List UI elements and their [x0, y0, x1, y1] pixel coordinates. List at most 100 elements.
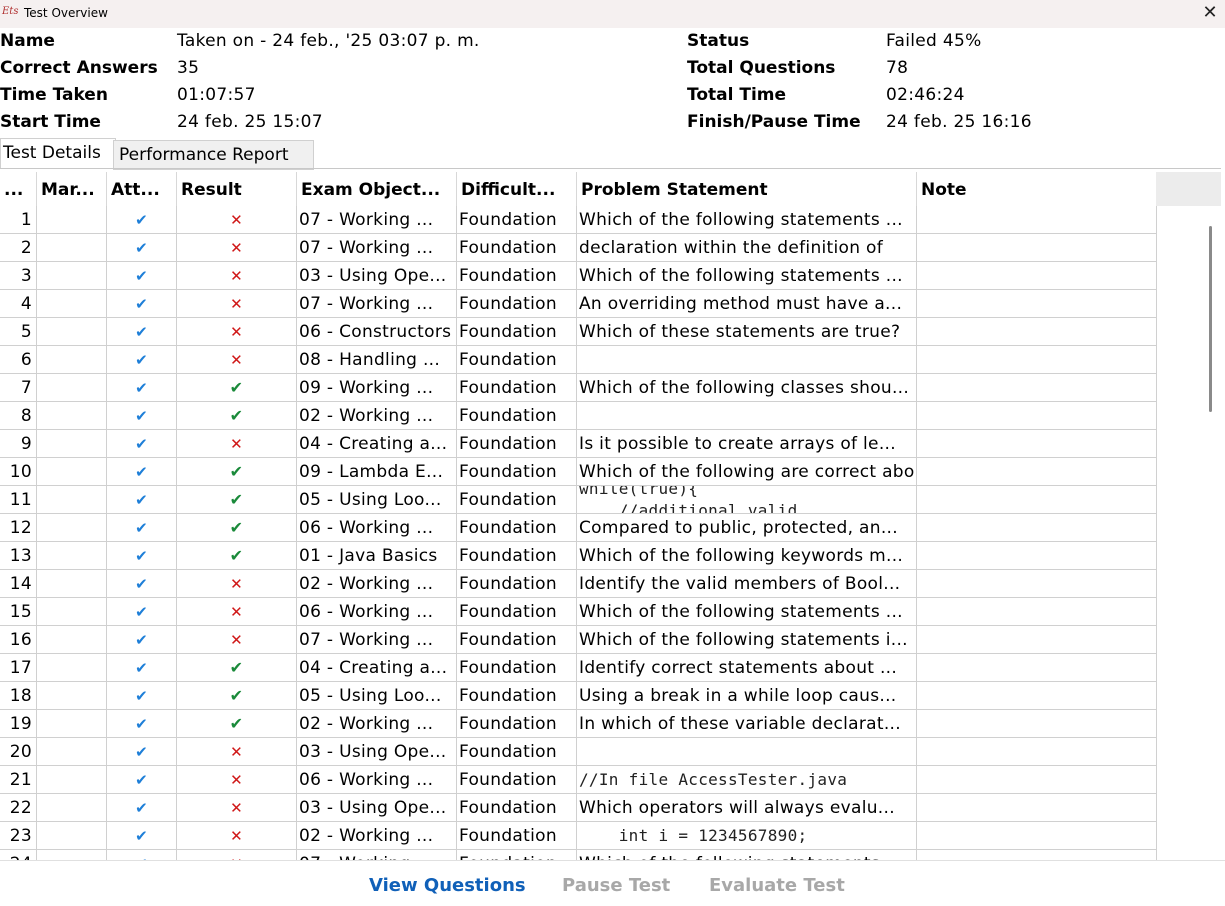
difficulty-cell: Foundation [457, 290, 577, 318]
exam-objective-cell: 02 - Working ... [297, 710, 457, 738]
col-header-result[interactable]: Result [177, 172, 297, 206]
status-label: Status [687, 31, 750, 51]
checkmark-icon: ✔ [135, 491, 148, 509]
tab-test-details[interactable]: Test Details [0, 138, 116, 169]
col-header-exam-objective[interactable]: Exam Object... [297, 172, 457, 206]
checkmark-icon: ✔ [135, 379, 148, 397]
result-cell: ✔ [177, 682, 297, 710]
result-cell: ✔ [177, 654, 297, 682]
marked-cell [37, 318, 107, 346]
table-row[interactable]: 11 ✔ ✔ 05 - Using Loo... Foundation while(tru… [0, 486, 1157, 514]
exam-objective-cell: 04 - Creating a... [297, 430, 457, 458]
table-row[interactable]: 2 ✔ ✕ 07 - Working ... Foundation declaration… [0, 234, 1157, 262]
table-row[interactable]: 19 ✔ ✔ 02 - Working ... Foundation In which o… [0, 710, 1157, 738]
exam-objective-cell: 07 - Working ... [297, 206, 457, 234]
difficulty-cell: Foundation [457, 402, 577, 430]
time-taken-label: Time Taken [0, 85, 108, 105]
result-cell: ✕ [177, 822, 297, 850]
row-number: 14 [0, 570, 37, 598]
problem-statement-cell: int i = 1234567890; [577, 822, 917, 850]
status-value: Failed 45% [886, 31, 982, 51]
table-row[interactable]: 24 ✔✕07 - Working ...FoundationWhich of t… [0, 850, 1157, 860]
marked-cell [37, 766, 107, 794]
checkmark-icon: ✔ [135, 463, 148, 481]
table-row[interactable]: 17 ✔ ✔ 04 - Creating a... Foundation Identify… [0, 654, 1157, 682]
table-row[interactable]: 22 ✔ ✕ 03 - Using Ope... Foundation Which ope… [0, 794, 1157, 822]
exam-objective-cell: 05 - Using Loo... [297, 682, 457, 710]
difficulty-cell: Foundation [457, 626, 577, 654]
attempted-cell: ✔ [107, 374, 177, 402]
table-row[interactable]: 23 ✔ ✕ 02 - Working ... Foundation int i = 1… [0, 822, 1157, 850]
table-header: ... Mar... Att... Result Exam Object... … [0, 172, 1221, 206]
checkmark-icon: ✔ [135, 351, 148, 369]
note-cell [917, 318, 1157, 346]
exam-objective-cell: 07 - Working ... [297, 234, 457, 262]
table-row[interactable]: 13 ✔ ✔ 01 - Java Basics Foundation Which of t… [0, 542, 1157, 570]
attempted-cell: ✔ [107, 682, 177, 710]
table-row[interactable]: 10 ✔ ✔ 09 - Lambda E... Foundation Which of t… [0, 458, 1157, 486]
exam-objective-cell: 09 - Lambda E... [297, 458, 457, 486]
checkmark-icon: ✔ [135, 267, 148, 285]
table-row[interactable]: 20 ✔ ✕ 03 - Using Ope... Foundation [0, 738, 1157, 766]
wrong-cross-icon: ✕ [230, 295, 243, 313]
table-row[interactable]: 18 ✔ ✔ 05 - Using Loo... Foundation Using a b… [0, 682, 1157, 710]
difficulty-cell: Foundation [457, 514, 577, 542]
start-time-value: 24 feb. 25 15:07 [177, 112, 323, 132]
result-cell: ✔ [177, 458, 297, 486]
vertical-scrollbar[interactable] [1203, 208, 1221, 860]
table-row[interactable]: 8 ✔ ✔ 02 - Working ... Foundation [0, 402, 1157, 430]
table-row[interactable]: 16 ✔ ✕ 07 - Working ... Foundation Which of t… [0, 626, 1157, 654]
table-row[interactable]: 21 ✔ ✕ 06 - Working ... Foundation//In file … [0, 766, 1157, 794]
attempted-cell: ✔ [107, 570, 177, 598]
difficulty-cell: Foundation [457, 374, 577, 402]
difficulty-cell: Foundation [457, 850, 577, 860]
note-cell [917, 346, 1157, 374]
marked-cell [37, 850, 107, 860]
tab-performance-report[interactable]: Performance Report [113, 140, 314, 170]
pause-test-button[interactable]: Pause Test [562, 875, 670, 896]
result-cell: ✕ [177, 290, 297, 318]
col-header-number[interactable]: ... [0, 172, 37, 206]
marked-cell [37, 458, 107, 486]
row-number: 10 [0, 458, 37, 486]
col-header-marked[interactable]: Mar... [37, 172, 107, 206]
problem-statement-cell: In which of these variable declarat... [577, 710, 917, 738]
row-number: 2 [0, 234, 37, 262]
attempted-cell: ✔ [107, 262, 177, 290]
table-row[interactable]: 9 ✔ ✕ 04 - Creating a... Foundation Is it pos… [0, 430, 1157, 458]
table-row[interactable]: 1 ✔ ✕ 07 - Working ... Foundation Which of th… [0, 206, 1157, 234]
col-header-note[interactable]: Note [917, 172, 1157, 206]
correct-check-icon: ✔ [229, 686, 244, 705]
result-cell: ✔ [177, 514, 297, 542]
checkmark-icon: ✔ [135, 211, 148, 229]
table-row[interactable]: 12 ✔ ✔ 06 - Working ... Foundation Compared t… [0, 514, 1157, 542]
checkmark-icon: ✔ [135, 575, 148, 593]
scrollbar-thumb[interactable] [1209, 226, 1212, 412]
attempted-cell: ✔ [107, 794, 177, 822]
correct-check-icon: ✔ [229, 518, 244, 537]
table-row[interactable]: 14 ✔ ✕ 02 - Working ... Foundation Identify t… [0, 570, 1157, 598]
attempted-cell: ✔ [107, 514, 177, 542]
table-row[interactable]: 4 ✔ ✕ 07 - Working ... Foundation An overridi… [0, 290, 1157, 318]
attempted-cell: ✔ [107, 402, 177, 430]
evaluate-test-button[interactable]: Evaluate Test [709, 875, 845, 896]
marked-cell [37, 682, 107, 710]
table-row[interactable]: 5 ✔ ✕ 06 - Constructors Foundation Which of t… [0, 318, 1157, 346]
col-header-problem-statement[interactable]: Problem Statement [577, 172, 917, 206]
header-filler [1156, 172, 1221, 206]
col-header-difficulty[interactable]: Difficult... [457, 172, 577, 206]
table-row[interactable]: 6 ✔ ✕ 08 - Handling ... Foundation [0, 346, 1157, 374]
difficulty-cell: Foundation [457, 766, 577, 794]
view-questions-button[interactable]: View Questions [369, 875, 526, 896]
difficulty-cell: Foundation [457, 234, 577, 262]
row-number: 5 [0, 318, 37, 346]
exam-objective-cell: 01 - Java Basics [297, 542, 457, 570]
marked-cell [37, 738, 107, 766]
problem-statement-cell: while(true){ //additional valid [577, 486, 917, 514]
table-row[interactable]: 15 ✔ ✕ 06 - Working ... Foundation Which of t… [0, 598, 1157, 626]
table-row[interactable]: 3 ✔ ✕ 03 - Using Ope... Foundation Which of t… [0, 262, 1157, 290]
note-cell [917, 766, 1157, 794]
col-header-attempted[interactable]: Att... [107, 172, 177, 206]
table-row[interactable]: 7 ✔ ✔ 09 - Working ... Foundation Which of th… [0, 374, 1157, 402]
close-button[interactable]: ✕ [1195, 0, 1225, 28]
